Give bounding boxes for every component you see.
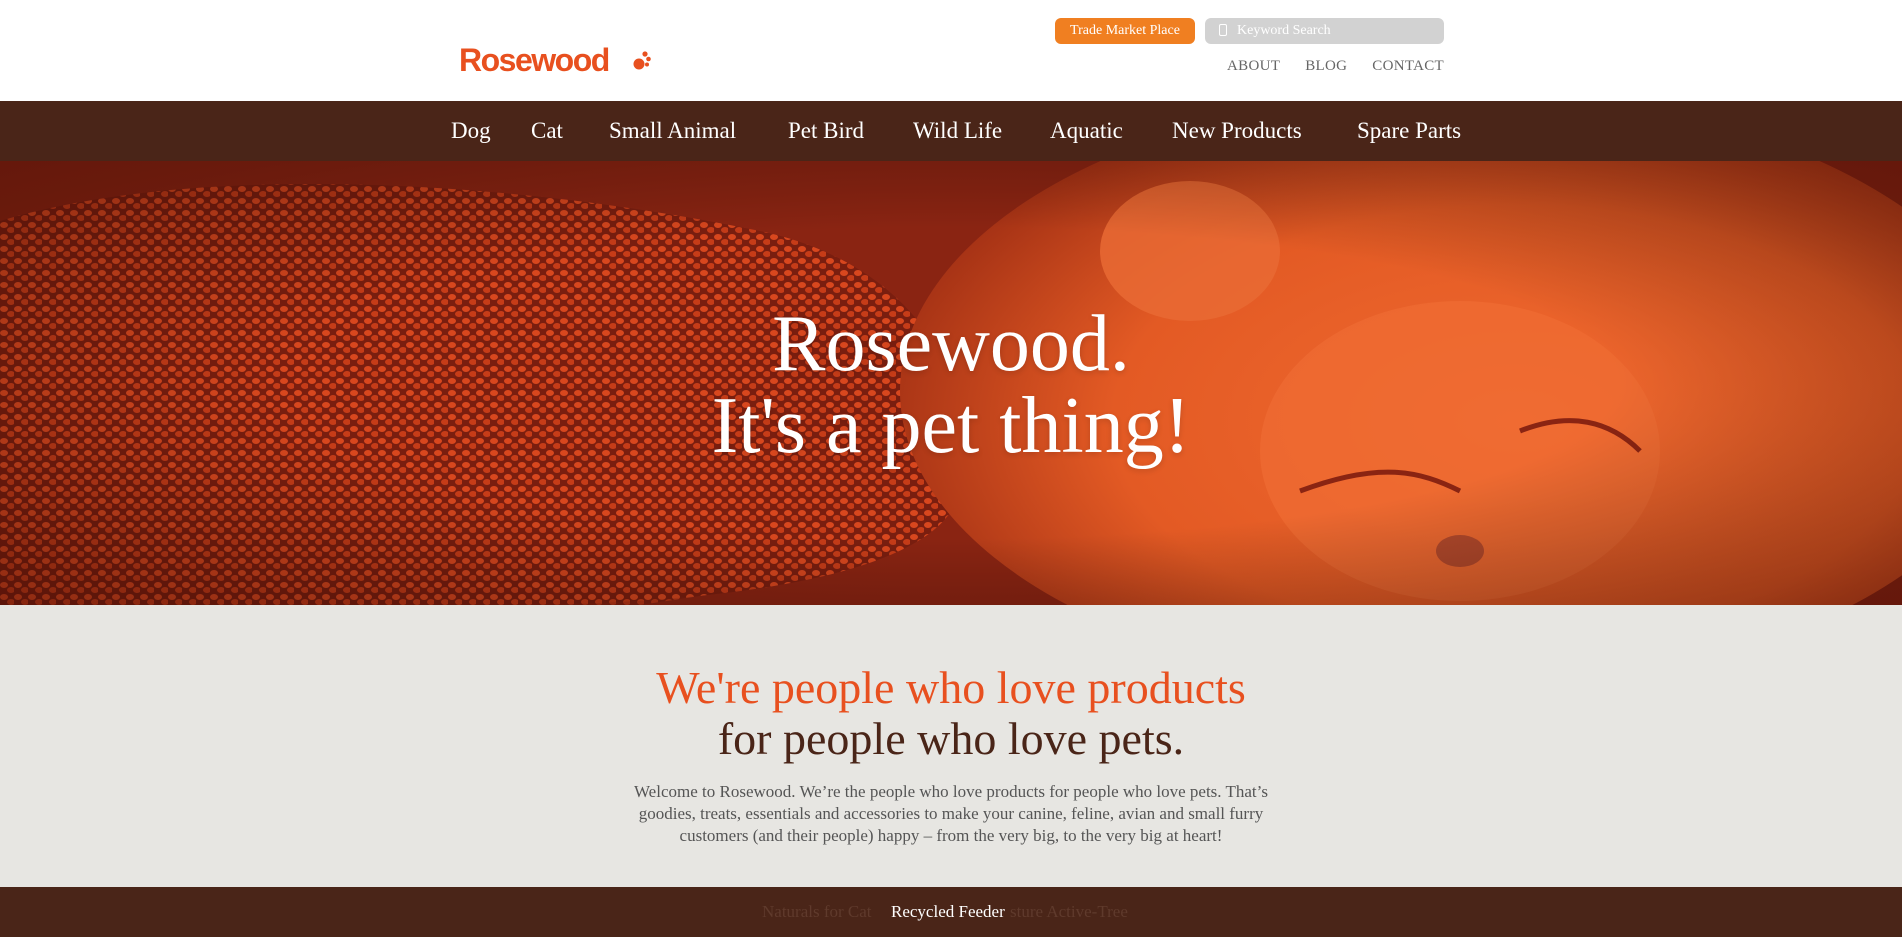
keyword-search[interactable]	[1205, 18, 1444, 44]
nav-item-aquatic[interactable]: Aquatic	[1050, 117, 1123, 145]
nav-item-dog[interactable]: Dog	[451, 117, 491, 145]
rosewood-logo[interactable]: Rosewood	[459, 40, 610, 80]
intro-heading-line2: for people who love pets.	[717, 713, 1185, 764]
hero-banner: Rosewood. It's a pet thing!	[0, 161, 1902, 605]
nav-item-wild-life[interactable]: Wild Life	[913, 117, 1002, 145]
nav-item-spare-parts[interactable]: Spare Parts	[1357, 117, 1461, 145]
nav-item-small-animal[interactable]: Small Animal	[609, 117, 736, 145]
carousel-item-prev[interactable]: Naturals for Cat	[762, 901, 872, 923]
carousel-item-active[interactable]: Recycled Feeder	[891, 901, 1005, 923]
intro-section: We're people who love products for peopl…	[0, 605, 1902, 887]
main-nav: Dog Cat Small Animal Pet Bird Wild Life …	[0, 101, 1902, 161]
intro-heading-line1: We're people who love products	[656, 662, 1246, 713]
site-header: Rosewood Trade Market Place ABOUT BLOG C…	[0, 0, 1902, 101]
trade-market-place-button[interactable]: Trade Market Place	[1055, 18, 1195, 44]
intro-paragraph: Welcome to Rosewood. We’re the people wh…	[634, 782, 1268, 845]
nav-item-pet-bird[interactable]: Pet Bird	[788, 117, 864, 145]
top-links: ABOUT BLOG CONTACT	[1227, 58, 1444, 75]
contact-link[interactable]: CONTACT	[1372, 58, 1444, 75]
nav-item-cat[interactable]: Cat	[531, 117, 563, 145]
hero-title-line2: It's a pet thing!	[711, 382, 1191, 470]
search-icon	[1219, 24, 1227, 36]
product-carousel-bar: Naturals for Cat sture Active-Tree Recyc…	[0, 887, 1902, 937]
carousel-item-next[interactable]: sture Active-Tree	[1010, 901, 1128, 923]
blog-link[interactable]: BLOG	[1305, 58, 1347, 75]
hero-title-line1: Rosewood.	[772, 300, 1130, 388]
paw-icon	[633, 51, 651, 70]
search-input[interactable]	[1237, 18, 1437, 44]
about-link[interactable]: ABOUT	[1227, 58, 1280, 75]
nav-item-new-products[interactable]: New Products	[1172, 117, 1302, 145]
